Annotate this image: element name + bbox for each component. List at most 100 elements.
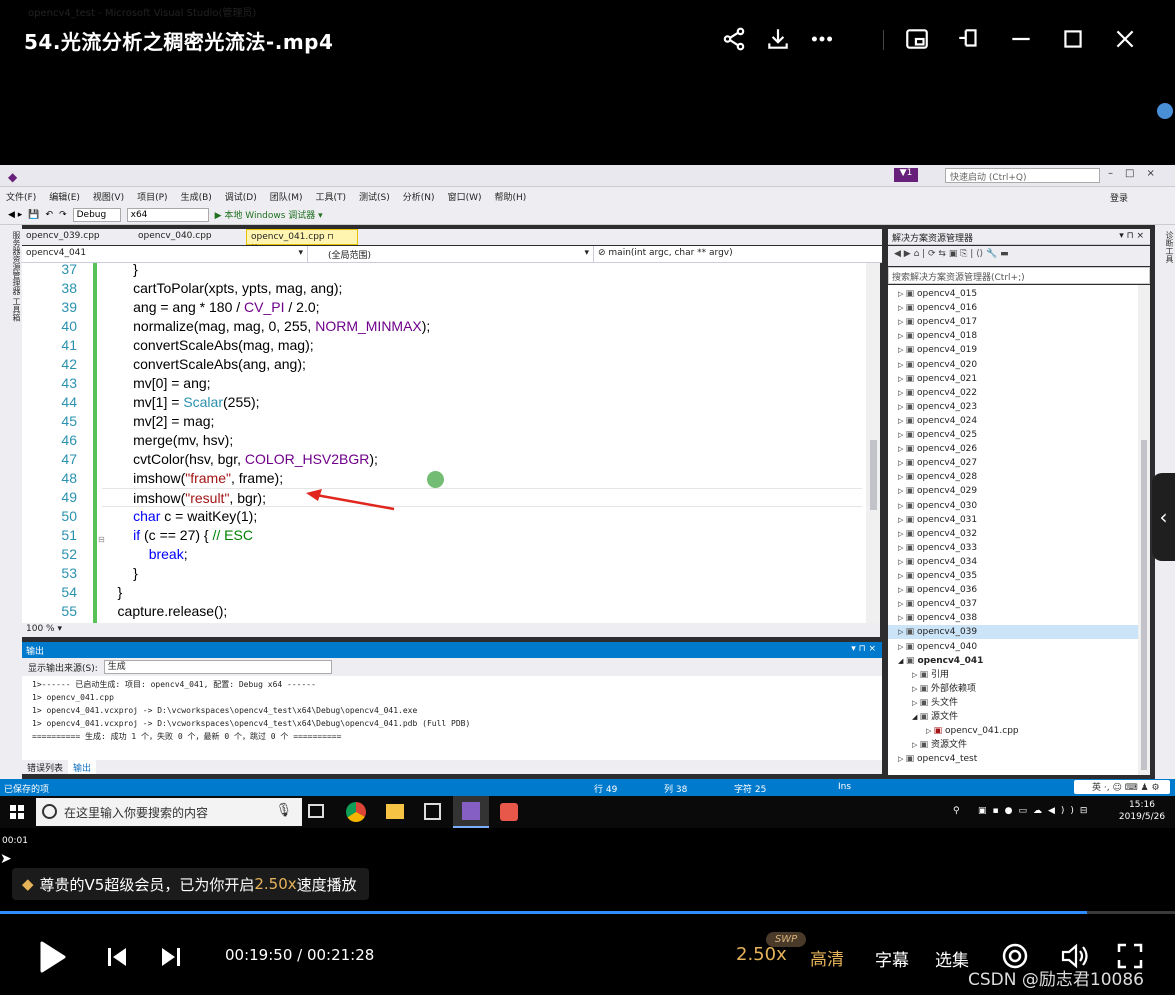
solution-tree-item[interactable]: ▷ ▣ opencv4_test	[888, 752, 1138, 766]
maximize-icon[interactable]	[1056, 22, 1090, 56]
output-source-select[interactable]: 生成	[103, 660, 332, 674]
solution-tree-item[interactable]: ▷ ▣ opencv_041.cpp	[888, 724, 1138, 738]
collapsed-arrow-icon[interactable]: ▷	[898, 445, 906, 453]
solution-search-input[interactable]: 搜索解决方案资源管理器(Ctrl+;)	[888, 267, 1150, 284]
code-line[interactable]: ang = ang * 180 / CV_PI / 2.0;	[102, 298, 319, 317]
undo-icon[interactable]: ↶	[46, 210, 54, 220]
code-line[interactable]: convertScaleAbs(mag, mag);	[102, 336, 314, 355]
solution-tree-item[interactable]: ▷ ▣ opencv4_018	[888, 329, 1138, 343]
output-text[interactable]: 1>------ 已启动生成: 项目: opencv4_041, 配置: Deb…	[22, 676, 882, 760]
solution-tree-item[interactable]: ▷ ▣ opencv4_025	[888, 428, 1138, 442]
visual-studio-taskbar-icon[interactable]	[453, 796, 489, 828]
solution-tree-item[interactable]: ▷ ▣ opencv4_031	[888, 513, 1138, 527]
menu-item[interactable]: 视图(V)	[93, 190, 124, 203]
collapsed-arrow-icon[interactable]: ▷	[926, 727, 934, 735]
output-tab[interactable]: 输出	[68, 760, 97, 774]
menu-item[interactable]: 团队(M)	[270, 190, 303, 203]
back-icon[interactable]: ◀ ▸	[8, 210, 22, 220]
code-line[interactable]: if (c == 27) { // ESC	[102, 526, 253, 545]
collapsed-arrow-icon[interactable]: ▷	[898, 530, 906, 538]
code-line[interactable]: }	[102, 263, 138, 279]
collapsed-arrow-icon[interactable]: ▷	[898, 572, 906, 580]
collapsed-arrow-icon[interactable]: ▷	[898, 375, 906, 383]
solution-tree-item[interactable]: ▷ ▣ 引用	[888, 668, 1138, 682]
more-icon[interactable]	[805, 22, 839, 56]
output-tab[interactable]: 错误列表	[22, 760, 68, 774]
collapsed-arrow-icon[interactable]: ▷	[898, 332, 906, 340]
run-debugger-button[interactable]: ▶ 本地 Windows 调试器 ▾	[215, 208, 323, 221]
collapsed-arrow-icon[interactable]: ▷	[898, 558, 906, 566]
solution-tree-item[interactable]: ▷ ▣ 资源文件	[888, 738, 1138, 752]
menu-item[interactable]: 文件(F)	[6, 190, 36, 203]
panel-pin-close-icon[interactable]: ▾ ⊓ ×	[1119, 231, 1144, 241]
solution-tree-item[interactable]: ▷ ▣ opencv4_022	[888, 386, 1138, 400]
collapsed-arrow-icon[interactable]: ▷	[912, 671, 920, 679]
solution-tree-item[interactable]: ▷ ▣ opencv4_016	[888, 301, 1138, 315]
save-icon[interactable]: 💾	[28, 210, 39, 220]
notification-flag-icon[interactable]: ▼1	[894, 168, 918, 182]
collapsed-arrow-icon[interactable]: ▷	[898, 600, 906, 608]
code-line[interactable]: cvtColor(hsv, bgr, COLOR_HSV2BGR);	[102, 450, 378, 469]
taskbar-search-input[interactable]: 在这里输入你要搜索的内容 🎙	[36, 798, 302, 826]
collapsed-arrow-icon[interactable]: ▷	[898, 628, 906, 636]
collapsed-arrow-icon[interactable]: ▷	[898, 459, 906, 467]
expanded-arrow-icon[interactable]: ◢	[898, 657, 906, 665]
chrome-icon[interactable]	[346, 802, 366, 822]
menu-item[interactable]: 编辑(E)	[49, 190, 80, 203]
recorder-app-icon[interactable]	[500, 803, 518, 821]
task-view-icon[interactable]	[308, 804, 324, 818]
solution-tree-item[interactable]: ▷ ▣ opencv4_023	[888, 400, 1138, 414]
speed-button[interactable]: 2.50x	[736, 944, 787, 965]
menu-item[interactable]: 工具(T)	[316, 190, 347, 203]
document-tab[interactable]: opencv_040.cpp	[134, 229, 246, 245]
solution-tree-item[interactable]: ▷ ▣ opencv4_032	[888, 527, 1138, 541]
code-line[interactable]: break;	[102, 545, 188, 564]
collapsed-arrow-icon[interactable]: ▷	[898, 473, 906, 481]
collapsed-arrow-icon[interactable]: ▷	[898, 643, 906, 651]
calendar-app-icon[interactable]	[424, 803, 441, 820]
panel-pin-close-icon[interactable]: ▾ ⊓ ×	[851, 644, 876, 654]
solution-tree-item[interactable]: ▷ ▣ opencv4_038	[888, 611, 1138, 625]
solution-tree-item[interactable]: ▷ ▣ opencv4_040	[888, 640, 1138, 654]
play-button[interactable]	[40, 941, 66, 977]
code-line[interactable]: char c = waitKey(1);	[102, 507, 257, 526]
progress-fill[interactable]	[0, 911, 1087, 914]
microphone-icon[interactable]: 🎙	[275, 803, 292, 818]
solution-tree-item[interactable]: ▷ ▣ opencv4_026	[888, 442, 1138, 456]
solution-tree-item[interactable]: ▷ ▣ opencv4_036	[888, 583, 1138, 597]
solution-tree-item[interactable]: ▷ ▣ opencv4_021	[888, 372, 1138, 386]
code-line[interactable]: imshow("result", bgr);	[102, 488, 862, 507]
code-line[interactable]: mv[1] = Scalar(255);	[102, 393, 259, 412]
document-tab[interactable]: opencv_041.cpp ⊓ ×	[246, 229, 358, 251]
solution-tree-item[interactable]: ▷ ▣ 外部依赖项	[888, 682, 1138, 696]
collapsed-arrow-icon[interactable]: ▷	[898, 304, 906, 312]
solution-tree-item[interactable]: ▷ ▣ opencv4_034	[888, 555, 1138, 569]
code-line[interactable]: mv[2] = mag;	[102, 412, 214, 431]
menu-item[interactable]: 项目(P)	[137, 190, 167, 203]
ime-toolbar[interactable]: 英 ·, ☺ ⌨ ♟ ⚙	[1074, 780, 1170, 794]
collapsed-arrow-icon[interactable]: ▷	[898, 614, 906, 622]
previous-button[interactable]	[106, 946, 128, 972]
solution-tree-item[interactable]: ▷ ▣ opencv4_033	[888, 541, 1138, 555]
collapsed-arrow-icon[interactable]: ▷	[912, 699, 920, 707]
solution-tree-item[interactable]: ▷ ▣ opencv4_027	[888, 456, 1138, 470]
menu-item[interactable]: 分析(N)	[403, 190, 435, 203]
solution-tree-item[interactable]: ▷ ▣ opencv4_029	[888, 484, 1138, 498]
vs-window-buttons[interactable]: –□×	[1108, 168, 1167, 179]
share-icon[interactable]	[717, 22, 751, 56]
collapsed-arrow-icon[interactable]: ▷	[898, 586, 906, 594]
solution-tree-item[interactable]: ▷ ▣ opencv4_030	[888, 499, 1138, 513]
code-line[interactable]: mv[0] = ang;	[102, 374, 210, 393]
solution-tree-item[interactable]: ▷ ▣ opencv4_035	[888, 569, 1138, 583]
collapsed-arrow-icon[interactable]: ▷	[898, 361, 906, 369]
collapsed-arrow-icon[interactable]: ▷	[898, 487, 906, 495]
collapsed-arrow-icon[interactable]: ▷	[898, 755, 906, 763]
scope-dropdown[interactable]: (全局范围) ▾	[308, 246, 594, 262]
system-tray-icons[interactable]: ▣▪●▭☁◀))⊟	[978, 805, 1093, 817]
collapsed-arrow-icon[interactable]: ▷	[898, 318, 906, 326]
menu-item[interactable]: 测试(S)	[359, 190, 390, 203]
file-explorer-icon[interactable]	[386, 804, 404, 819]
solution-explorer-toolbar[interactable]: ◀ ▶ ⌂ | ⟳ ⇆ ▣ ⎘ | ⟨⟩ 🔧 ▬	[888, 246, 1150, 266]
solution-tree-item[interactable]: ▷ ▣ opencv4_039	[888, 625, 1138, 640]
collapsed-arrow-icon[interactable]: ▷	[898, 290, 906, 298]
